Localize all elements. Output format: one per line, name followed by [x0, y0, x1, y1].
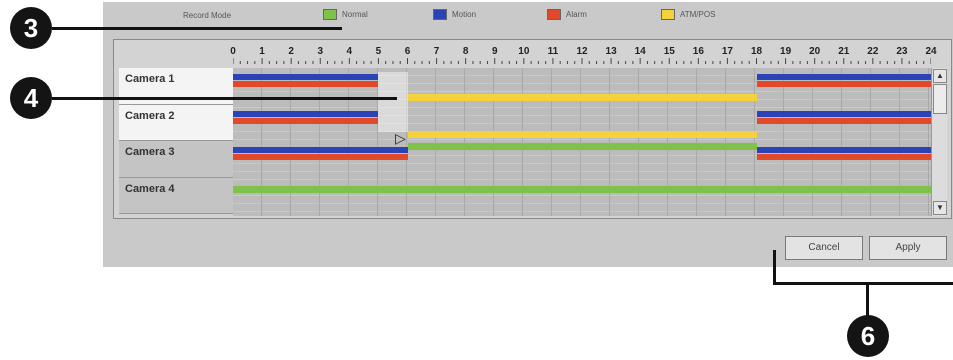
camera-label[interactable]: Camera 2	[119, 104, 233, 141]
atm-segment[interactable]	[407, 130, 757, 138]
hour-label: 10	[518, 46, 530, 57]
legend-title: Record Mode	[183, 11, 232, 20]
hour-label: 3	[317, 46, 324, 57]
alarm-segment[interactable]	[233, 117, 379, 124]
motion-segment[interactable]	[233, 110, 379, 117]
hour-label: 21	[838, 46, 850, 57]
hour-label: 24	[925, 46, 937, 57]
alarm-segment[interactable]	[756, 154, 931, 160]
hour-label: 7	[433, 46, 440, 57]
callout-3-leader-line	[52, 27, 342, 30]
alarm-segment[interactable]	[756, 117, 931, 124]
alarm-segment[interactable]	[756, 81, 931, 87]
hour-label: 15	[663, 46, 675, 57]
hour-label: 2	[288, 46, 294, 57]
normal-swatch-icon	[323, 9, 337, 20]
motion-swatch-icon	[433, 9, 447, 20]
legend-item-atm-pos[interactable]: ATM/POS	[661, 9, 715, 20]
alarm-segment[interactable]	[233, 154, 408, 160]
hour-label: 13	[605, 46, 617, 57]
legend-label: ATM/POS	[680, 10, 716, 19]
hour-label: 22	[867, 46, 879, 57]
alarm-segment[interactable]	[233, 81, 379, 87]
legend-item-motion[interactable]: Motion	[433, 9, 476, 20]
alarm-swatch-icon	[547, 9, 561, 20]
hour-ruler-ticks	[233, 58, 931, 64]
motion-segment[interactable]	[233, 147, 408, 153]
legend-item-alarm[interactable]: Alarm	[547, 9, 587, 20]
callout-3: 3	[10, 7, 52, 49]
callout-4: 4	[10, 77, 52, 119]
camera-label[interactable]: Camera 3	[119, 141, 233, 178]
normal-segment[interactable]	[407, 143, 757, 150]
hour-label: 23	[896, 46, 908, 57]
hour-label: 9	[491, 46, 498, 57]
apply-button[interactable]: Apply	[869, 236, 947, 260]
motion-segment[interactable]	[756, 74, 931, 80]
camera-label[interactable]: Camera 4	[119, 177, 233, 214]
selection-highlight	[378, 72, 408, 132]
callout-4-leader-line	[52, 97, 397, 100]
hour-label: 11	[547, 46, 559, 57]
callout-6-bracket-left	[773, 250, 776, 284]
hour-label: 5	[375, 46, 382, 57]
scroll-thumb[interactable]	[933, 84, 947, 114]
hour-label: 16	[692, 46, 704, 57]
callout-6: 6	[847, 315, 889, 357]
legend-label: Normal	[342, 10, 368, 19]
normal-segment[interactable]	[233, 185, 931, 193]
motion-segment[interactable]	[756, 110, 931, 117]
legend-label: Motion	[452, 10, 477, 19]
scroll-up-icon[interactable]: ▲	[933, 69, 947, 83]
mouse-pointer-icon: ▷	[395, 130, 406, 146]
hour-label: 8	[462, 46, 469, 57]
hour-label: 12	[576, 46, 588, 57]
hour-label: 19	[780, 46, 792, 57]
legend-item-normal[interactable]: Normal	[323, 9, 368, 20]
motion-segment[interactable]	[233, 74, 379, 80]
vertical-scrollbar[interactable]: ▲ ▼	[931, 68, 947, 216]
hour-label: 0	[230, 46, 236, 57]
hour-label: 17	[721, 46, 733, 57]
scroll-down-icon[interactable]: ▼	[933, 201, 947, 215]
cancel-button[interactable]: Cancel	[785, 236, 863, 260]
hour-label: 20	[809, 46, 821, 57]
hour-label: 6	[404, 46, 411, 57]
motion-segment[interactable]	[756, 147, 931, 153]
legend-label: Alarm	[566, 10, 587, 19]
atm-segment[interactable]	[407, 94, 757, 101]
schedule-track-area[interactable]	[233, 68, 931, 216]
callout-6-bracket-bottom	[773, 282, 953, 285]
hour-label: 14	[634, 46, 646, 57]
hour-label: 18	[750, 46, 763, 57]
record-mode-legend: Record Mode Normal Motion Alarm ATM/POS	[103, 6, 863, 26]
atm-pos-swatch-icon	[661, 9, 675, 20]
hour-label: 1	[259, 46, 265, 57]
hour-label: 4	[346, 46, 353, 57]
